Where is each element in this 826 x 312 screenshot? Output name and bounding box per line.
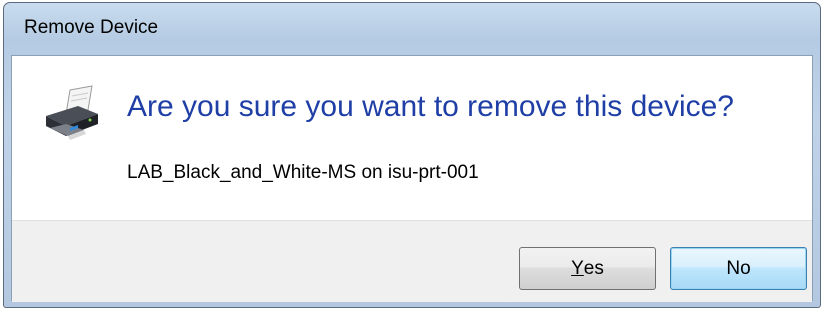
- yes-label-rest: es: [583, 257, 604, 279]
- no-label: No: [726, 257, 751, 279]
- dialog-window: Remove Device Are you sure you want to r…: [3, 2, 821, 308]
- title-bar[interactable]: Remove Device: [4, 3, 820, 55]
- button-bar: Yes No: [12, 220, 812, 302]
- printer-icon: [46, 85, 98, 140]
- main-instruction: Are you sure you want to remove this dev…: [127, 90, 734, 123]
- no-button[interactable]: No: [670, 247, 807, 290]
- device-name: LAB_Black_and_White-MS on isu-prt-001: [127, 162, 479, 183]
- yes-accelerator: Y: [571, 257, 584, 279]
- yes-button[interactable]: Yes: [519, 247, 656, 290]
- window-title: Remove Device: [24, 17, 159, 38]
- dialog-client-area: Are you sure you want to remove this dev…: [11, 55, 813, 302]
- dialog-content: Are you sure you want to remove this dev…: [12, 56, 812, 220]
